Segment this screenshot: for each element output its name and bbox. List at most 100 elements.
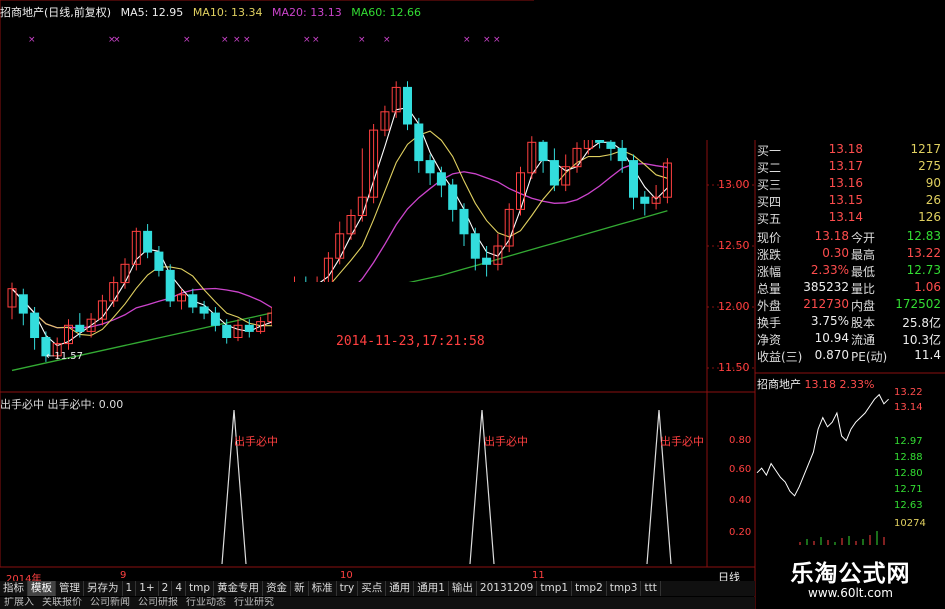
- formula-tab-bar: 指标 模板 管理 另存为 1 1+ 2 4 tmp 黄金专用 资金新标准 try 买点 通用 通用1 输出 20…: [0, 581, 755, 596]
- indicator-spikes: [221, 409, 672, 565]
- signal-marker: ×: [28, 35, 36, 45]
- candle-body: [210, 312, 220, 326]
- formula-tab[interactable]: 黄金专用: [214, 581, 264, 596]
- stat-label: 量比: [851, 282, 876, 296]
- stat-label: 涨幅: [757, 265, 782, 279]
- price-tick: 13.00: [718, 178, 750, 191]
- candle-body: [470, 233, 480, 259]
- signal-marker: ×: [493, 35, 501, 45]
- formula-tab[interactable]: tmp: [186, 581, 215, 596]
- formula-tab[interactable]: 标准: [309, 581, 337, 596]
- candle-body: [222, 324, 232, 338]
- stat-label: 净资: [757, 333, 782, 347]
- price-tick: 11.50: [718, 361, 750, 374]
- bid-label: 买四: [757, 195, 782, 209]
- bid-label: 买一: [757, 144, 782, 158]
- formula-tab[interactable]: 4: [172, 581, 187, 596]
- mini-tick: 12.97: [894, 436, 923, 447]
- stat-value: 10.94: [814, 331, 849, 345]
- price-tick: 12.00: [718, 300, 750, 313]
- formula-tab[interactable]: tmp2: [572, 581, 607, 596]
- formula-tab[interactable]: 指标: [0, 581, 28, 596]
- formula-tab[interactable]: 管理: [56, 581, 84, 596]
- indicator-tick: 0.20: [729, 527, 752, 538]
- stat-value: 12.83: [906, 229, 941, 243]
- formula-tab[interactable]: tmp1: [537, 581, 573, 596]
- mini-chart-title: 招商地产 13.18 2.33%: [757, 376, 874, 392]
- bottom-tab[interactable]: 公司新闻: [86, 597, 134, 609]
- x-month-label: 10: [340, 570, 353, 581]
- ma60-label: MA60: 12.66: [351, 6, 421, 19]
- bottom-tab[interactable]: 扩展入: [0, 597, 38, 609]
- stat-label: 内盘: [851, 299, 876, 313]
- stat-value: 11.4: [914, 348, 941, 362]
- formula-tab[interactable]: 1: [123, 581, 137, 596]
- formula-tab[interactable]: try: [337, 581, 359, 596]
- stat-row: 涨跌 0.30 最高 13.22: [755, 246, 943, 263]
- stat-row: 换手 3.75% 股本 25.8亿: [755, 314, 943, 331]
- formula-tab[interactable]: ttt: [641, 581, 661, 596]
- stat-label: 换手: [757, 316, 782, 330]
- bid-row[interactable]: 买五 13.14 126: [755, 210, 943, 227]
- intraday-line: [756, 393, 889, 497]
- bid-row[interactable]: 买四 13.15 26: [755, 193, 943, 210]
- formula-tab[interactable]: 2: [159, 581, 173, 596]
- formula-tab[interactable]: 通用: [386, 581, 415, 596]
- formula-tab[interactable]: 资金: [263, 581, 292, 596]
- signal-marker: ×: [358, 35, 366, 45]
- indicator-tick: 0.40: [729, 495, 752, 506]
- stat-row: 现价 13.18 今开 12.83: [755, 229, 943, 246]
- stat-row: 净资 10.94 流通 10.3亿: [755, 331, 943, 348]
- bid-row[interactable]: 买一 13.18 1217: [755, 142, 943, 159]
- x-month-label: 11: [532, 570, 545, 581]
- indicator-label: 出手必中 出手必中: 0.00: [0, 398, 124, 411]
- formula-tab[interactable]: 1+: [136, 581, 159, 596]
- formula-tab[interactable]: 另存为: [84, 581, 123, 596]
- candle-body: [617, 147, 627, 162]
- stat-row: 总量 385232 量比 1.06: [755, 280, 943, 297]
- stat-row: 涨幅 2.33% 最低 12.73: [755, 263, 943, 280]
- stat-label: 涨跌: [757, 248, 782, 262]
- price-grid: [707, 184, 755, 369]
- mini-volume-tick: 10274: [894, 518, 926, 529]
- stat-label: 最低: [851, 265, 876, 279]
- stat-value: 385232: [803, 280, 849, 294]
- stat-label: PE(动): [851, 350, 888, 364]
- formula-tab[interactable]: 新: [291, 581, 309, 596]
- formula-tab[interactable]: 模板: [28, 581, 56, 596]
- bid-row[interactable]: 买二 13.17 275: [755, 159, 943, 176]
- bid-label: 买五: [757, 212, 782, 226]
- mini-tick: 13.14: [894, 402, 923, 413]
- signal-marker: ×: [113, 35, 121, 45]
- stat-label: 总量: [757, 282, 782, 296]
- formula-tab[interactable]: 买点: [358, 581, 387, 596]
- formula-tab[interactable]: 20131209: [477, 581, 538, 596]
- bottom-tab[interactable]: 公司研报: [134, 597, 182, 609]
- bid-row[interactable]: 买三 13.16 90: [755, 176, 943, 193]
- formula-tab[interactable]: 输出: [449, 581, 477, 596]
- candle-body: [199, 306, 209, 314]
- candle-body: [448, 184, 458, 210]
- bottom-tab-bar: 扩展入 关联报价 公司新闻 公司研报 行业动态 行业研究: [0, 597, 755, 609]
- bottom-tab[interactable]: 关联报价: [38, 597, 86, 609]
- stat-label: 今开: [851, 231, 876, 245]
- mini-tick: 12.71: [894, 484, 923, 495]
- signal-text: 出手必中: [484, 435, 528, 448]
- bid-price: 13.17: [828, 159, 863, 173]
- bid-volume: 90: [925, 176, 941, 190]
- candle-body: [30, 312, 40, 339]
- formula-tab[interactable]: 通用1: [414, 581, 449, 596]
- formula-tab[interactable]: tmp3: [607, 581, 642, 596]
- stat-row: 外盘 212730 内盘 172502: [755, 297, 943, 314]
- stat-value: 10.3亿: [902, 333, 941, 347]
- candle-body: [425, 160, 435, 174]
- candle-body: [606, 141, 616, 149]
- bottom-tab[interactable]: 行业研究: [230, 597, 278, 609]
- mini-tick: 13.22: [894, 387, 923, 398]
- bid-volume: 26: [925, 193, 941, 207]
- bid-volume: 1217: [910, 142, 941, 156]
- candle-body: [414, 123, 424, 162]
- bottom-tab[interactable]: 行业动态: [182, 597, 230, 609]
- ma10-label: MA10: 13.34: [192, 6, 263, 19]
- ma20-label: MA20: 13.13: [272, 6, 342, 19]
